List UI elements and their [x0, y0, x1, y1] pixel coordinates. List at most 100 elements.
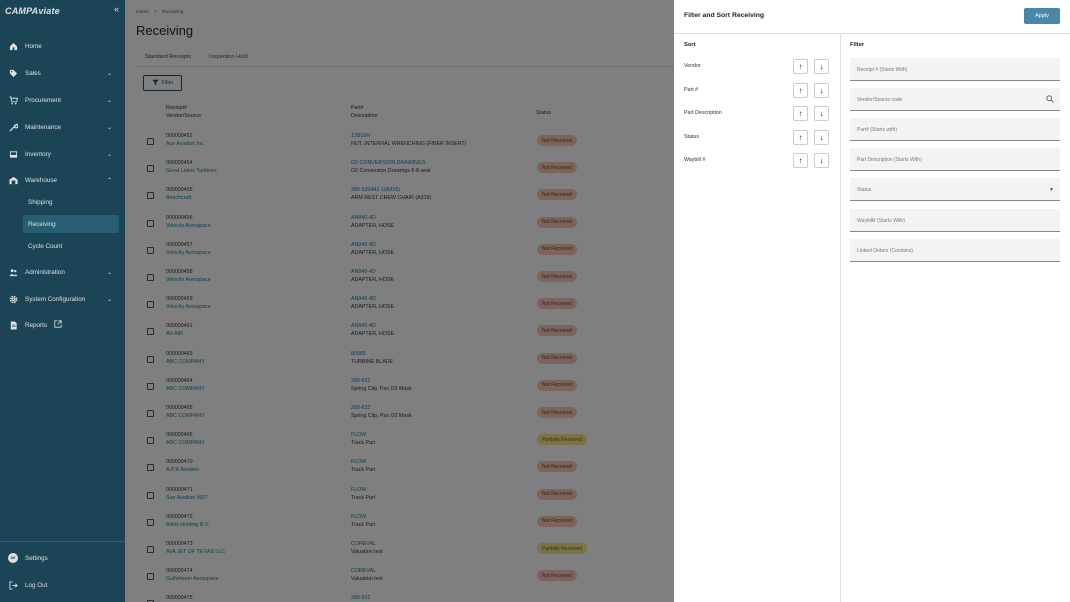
- sort-ascending-button[interactable]: ↑: [793, 129, 808, 145]
- vendor-link[interactable]: A.P.R Aviation: [166, 467, 199, 473]
- row-checkbox[interactable]: [147, 219, 154, 227]
- part-link[interactable]: AN840-4D: [351, 215, 376, 221]
- row-checkbox[interactable]: [147, 301, 154, 309]
- part-link[interactable]: O2 CONVERSION DRAWINGS: [351, 160, 426, 166]
- table-row[interactable]: 000000465 ABC COMPANY 289-632 Spring Clip, …: [125, 402, 674, 429]
- apply-button[interactable]: Apply: [1024, 8, 1060, 24]
- part-link[interactable]: 289-632: [351, 595, 370, 601]
- vendor-link[interactable]: ABC COMPANY: [166, 413, 205, 419]
- sidebar-item-administration[interactable]: Administration ⌄: [0, 263, 125, 281]
- sidebar-item-home[interactable]: Home: [0, 37, 125, 55]
- part-link[interactable]: FLOW: [351, 432, 366, 438]
- filter-field-linked-orders-contains[interactable]: Linked Orders (Contains): [850, 238, 1060, 262]
- sidebar-item-settings[interactable]: DE Settings: [0, 549, 125, 567]
- part-link[interactable]: 12B10H: [351, 133, 370, 139]
- sort-ascending-button[interactable]: ↑: [793, 82, 808, 98]
- filter-field-status[interactable]: Status ▼: [850, 178, 1060, 202]
- table-row[interactable]: 000000452 Ace Aviation Inc 12B10H NUT, INTE…: [125, 130, 674, 157]
- vendor-link[interactable]: Velocity Aerospace: [166, 304, 211, 310]
- table-row[interactable]: 000000461 AV-AIR AN840-4D ADAPTER, HOSE Not …: [125, 320, 674, 347]
- vendor-link[interactable]: Gulfstream Aerospace: [166, 576, 218, 582]
- filter-field-part-starts-with[interactable]: Part# (Starts with): [850, 118, 1060, 142]
- table-row[interactable]: 000000459 Velocity Aerospace AN840-4D ADAPT…: [125, 293, 674, 320]
- vendor-link[interactable]: Beechcraft: [166, 195, 191, 201]
- filter-field-waybill-starts-with[interactable]: Waybill# (Starts With): [850, 208, 1060, 232]
- sidebar-item-system-configuration[interactable]: System Configuration ⌄: [0, 290, 125, 308]
- part-link[interactable]: 80989: [351, 351, 366, 357]
- column-header-status[interactable]: Status: [536, 109, 551, 117]
- table-row[interactable]: 000000466 ABC COMPANY FLOW Track Part Partia…: [125, 429, 674, 456]
- sidebar-subitem-cycle-count[interactable]: Cycle Count: [23, 237, 119, 255]
- sidebar-item-logout[interactable]: Log Out: [0, 576, 125, 594]
- row-checkbox[interactable]: [147, 546, 154, 553]
- sort-descending-button[interactable]: ↓: [814, 106, 829, 121]
- filter-field-part-description-starts-with[interactable]: Part Description (Starts With): [850, 148, 1060, 172]
- sort-ascending-button[interactable]: ↑: [793, 153, 808, 168]
- tab-standard-receipts[interactable]: Standard Receipts: [136, 50, 201, 67]
- table-row[interactable]: 000000456 Velocity Aerospace AN840-4D ADAPT…: [125, 212, 674, 239]
- part-link[interactable]: 380-530442-1(A316): [351, 187, 400, 193]
- sidebar-item-procurement[interactable]: Procurement ⌄: [0, 91, 125, 109]
- app-logo[interactable]: CAMPAviate: [5, 6, 60, 16]
- row-checkbox[interactable]: [147, 246, 154, 254]
- table-row[interactable]: 000000455 Beechcraft 380-530442-1(A316) ARM…: [125, 184, 674, 211]
- sidebar-item-reports[interactable]: Reports: [0, 316, 125, 334]
- sidebar-subitem-shipping[interactable]: Shipping: [23, 193, 119, 211]
- table-row[interactable]: 000000474 Gulfstream Aerospace COREVAL Valu…: [125, 565, 674, 592]
- sort-ascending-button[interactable]: ↑: [793, 106, 808, 121]
- dropdown-arrow-icon[interactable]: ▼: [1049, 187, 1054, 193]
- sort-descending-button[interactable]: ↓: [814, 59, 829, 74]
- sort-descending-button[interactable]: ↓: [814, 129, 829, 145]
- table-row[interactable]: 000000472 Bikris Holding B.V. FLOW Track Pa…: [125, 511, 674, 538]
- table-row[interactable]: 000000475 289-632: [125, 592, 674, 602]
- sidebar-item-inventory[interactable]: Inventory ⌄: [0, 145, 125, 163]
- table-row[interactable]: 000000473 AVA JET OF TEXAS LLC COREVAL Valu…: [125, 538, 674, 565]
- column-header-part[interactable]: Part# Description: [351, 104, 378, 120]
- filter-field-receipt-starts-with[interactable]: Receipt # (Starts With): [850, 58, 1060, 81]
- part-link[interactable]: AN840-4D: [351, 242, 376, 248]
- part-link[interactable]: FLOW: [351, 459, 366, 465]
- vendor-link[interactable]: Ace Aviation Inc: [166, 141, 204, 147]
- row-checkbox[interactable]: [147, 192, 154, 200]
- sort-descending-button[interactable]: ↓: [814, 153, 829, 168]
- row-checkbox[interactable]: [147, 518, 154, 526]
- row-checkbox[interactable]: [147, 464, 154, 472]
- table-row[interactable]: 000000463 ABC COMPANY 80989 TURBINE BLADE No…: [125, 348, 674, 375]
- vendor-link[interactable]: Velocity Aerospace: [166, 250, 211, 256]
- sort-ascending-button[interactable]: ↑: [793, 59, 808, 74]
- row-checkbox[interactable]: [147, 165, 154, 173]
- part-link[interactable]: 289-632: [351, 405, 370, 411]
- collapse-sidebar-icon[interactable]: «: [114, 4, 119, 14]
- table-row[interactable]: 000000464 ABC COMPANY 289-632 Spring Clip, …: [125, 375, 674, 402]
- row-checkbox[interactable]: [147, 274, 154, 281]
- vendor-link[interactable]: ABC COMPANY: [166, 440, 205, 446]
- part-link[interactable]: COREVAL: [351, 568, 376, 574]
- part-link[interactable]: AN840-4D: [351, 296, 376, 302]
- row-checkbox[interactable]: [147, 410, 154, 417]
- filter-field-vendor-source-code[interactable]: Vendor/Source code: [850, 88, 1060, 112]
- vendor-link[interactable]: ABC COMPANY: [166, 386, 205, 392]
- table-row[interactable]: 000000470 A.P.R Aviation FLOW Track Part Not…: [125, 456, 674, 483]
- vendor-link[interactable]: Velocity Aerospace: [166, 277, 211, 283]
- filter-button[interactable]: Filter: [143, 75, 182, 91]
- part-link[interactable]: AN840-4D: [351, 323, 376, 329]
- row-checkbox[interactable]: [147, 573, 154, 581]
- table-row[interactable]: 000000471 Sun Aviation NDT FLOW Track Part N…: [125, 484, 674, 511]
- vendor-link[interactable]: Great Lakes Turbines: [166, 168, 217, 174]
- sidebar-item-maintenance[interactable]: Maintenance ⌄: [0, 118, 125, 136]
- row-checkbox[interactable]: [147, 382, 154, 390]
- part-link[interactable]: COREVAL: [351, 541, 376, 547]
- part-link[interactable]: 289-632: [351, 378, 370, 384]
- sidebar-subitem-receiving[interactable]: Receiving: [23, 215, 119, 233]
- sort-descending-button[interactable]: ↓: [814, 82, 829, 98]
- search-icon[interactable]: [1046, 95, 1054, 105]
- table-row[interactable]: 000000457 Velocity Aerospace AN840-4D ADAPT…: [125, 239, 674, 266]
- row-checkbox[interactable]: [147, 328, 154, 336]
- vendor-link[interactable]: AV-AIR: [166, 331, 183, 337]
- vendor-link[interactable]: ABC COMPANY: [166, 359, 205, 365]
- part-link[interactable]: FLOW: [351, 487, 366, 493]
- breadcrumb-home[interactable]: Home: [136, 10, 149, 15]
- column-header-receipt[interactable]: Receipt# Vendor/Source: [166, 104, 201, 120]
- part-link[interactable]: FLOW: [351, 514, 366, 520]
- vendor-link[interactable]: Bikris Holding B.V.: [166, 522, 209, 528]
